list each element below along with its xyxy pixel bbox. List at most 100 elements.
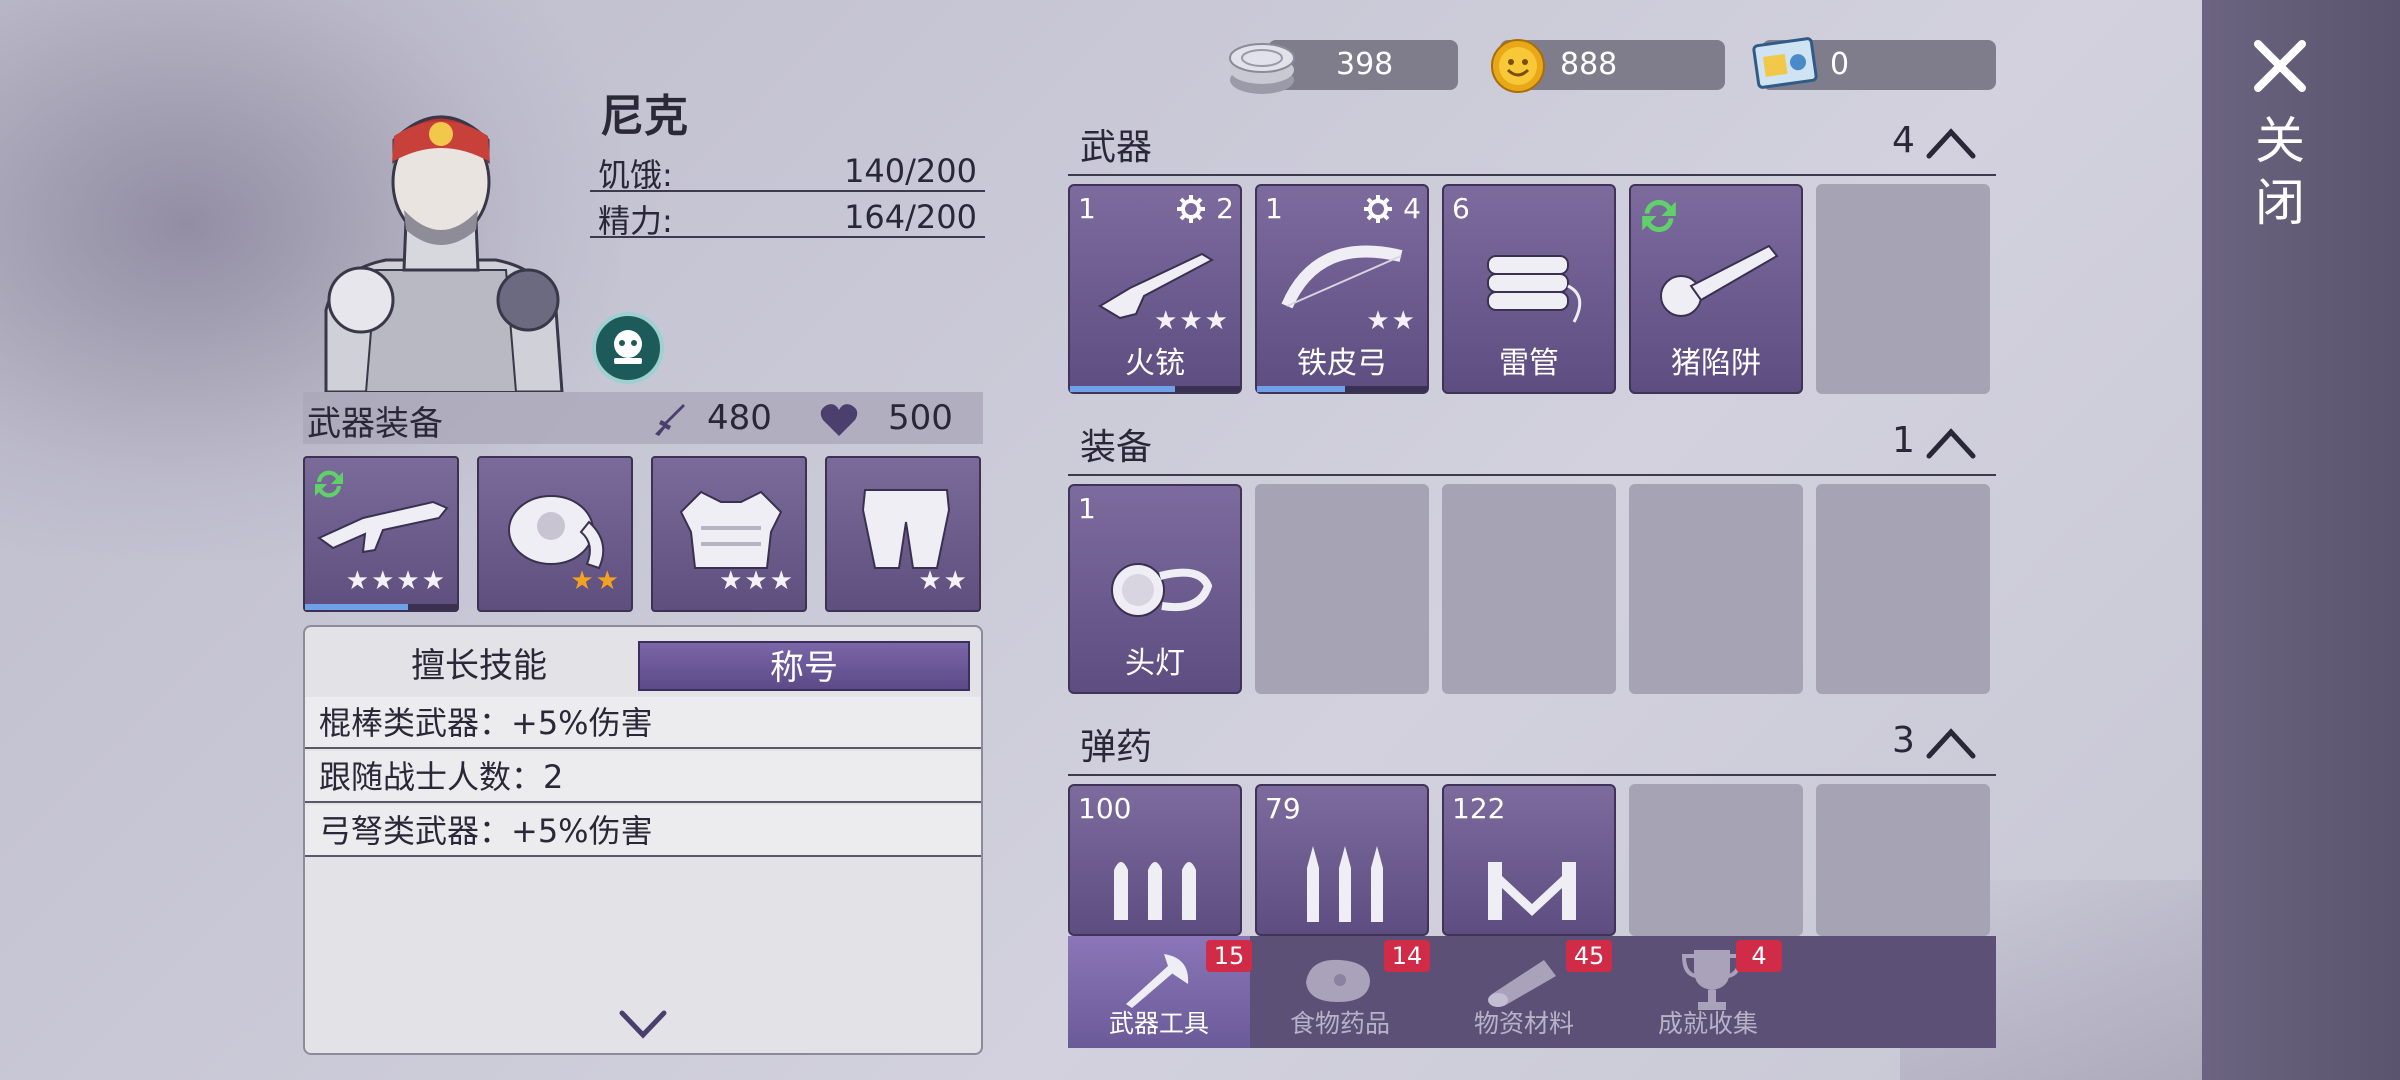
weapons-divider [1068, 174, 1996, 176]
skills-panel: 擅长技能 称号 棍棒类武器：+5%伤害 跟随战士人数：2 弓弩类武器：+5%伤害 [303, 625, 983, 1055]
nav-label: 食物药品 [1289, 1009, 1390, 1038]
ammo-section-title: 弹药 [1080, 727, 1153, 768]
equip-stars: ★★ [918, 566, 969, 596]
weapon-slot[interactable]: 1 2 ★★★ 火铳 [1068, 184, 1242, 394]
sword-icon [655, 404, 685, 436]
nav-weapons-tools[interactable]: 15 武器工具 [1068, 936, 1252, 1048]
meat-icon [1306, 959, 1370, 1002]
log-icon [1488, 960, 1556, 1007]
chevron-up-icon[interactable] [1925, 426, 1977, 460]
chevron-up-icon[interactable] [1925, 726, 1977, 760]
trap-icon [1660, 244, 1779, 317]
pants-icon [861, 489, 951, 569]
skill-row: 棍棒类武器：+5%伤害 [305, 697, 981, 749]
item-name: 猪陷阱 [1671, 346, 1761, 381]
tab-skills[interactable]: 擅长技能 [319, 641, 639, 691]
gear-icon [1177, 195, 1205, 223]
ammo-slot[interactable]: 100 [1068, 784, 1242, 936]
ammo-divider [1068, 774, 1996, 776]
energy-value: 164/200 [844, 198, 977, 236]
item-count: 1 [1078, 492, 1096, 525]
ammo-slot[interactable]: 79 [1255, 784, 1429, 936]
item-name: 火铳 [1125, 346, 1185, 381]
empty-slot[interactable] [1816, 184, 1990, 394]
empty-slot[interactable] [1629, 784, 1803, 936]
nav-materials[interactable]: 45 物资材料 [1434, 936, 1614, 1048]
tab-title[interactable]: 称号 [638, 641, 970, 691]
gear-section-title: 装备 [1080, 427, 1153, 468]
hunger-label: 饥饿: [598, 156, 673, 194]
skill-row: 跟随战士人数：2 [305, 751, 981, 803]
equip-stars: ★★★ [719, 566, 795, 596]
health-value: 500 [888, 398, 953, 438]
equip-slot-body[interactable]: ★★★ [651, 456, 807, 612]
hunger-stat: 饥饿: 140/200 [590, 148, 985, 194]
weapon-slot[interactable]: 1 4 ★★ 铁皮弓 [1255, 184, 1429, 394]
nav-food-medicine[interactable]: 14 食物药品 [1250, 936, 1430, 1048]
nav-label: 物资材料 [1473, 1009, 1574, 1038]
equip-stars: ★★ [570, 566, 621, 596]
empty-slot[interactable] [1255, 484, 1429, 694]
close-icon[interactable] [2250, 36, 2310, 96]
empty-slot[interactable] [1816, 784, 1990, 936]
nav-label: 武器工具 [1108, 1009, 1209, 1038]
attack-value: 480 [707, 398, 772, 438]
empty-slot[interactable] [1629, 484, 1803, 694]
bullets-icon [1307, 846, 1383, 922]
heart-icon [820, 404, 858, 436]
item-count: 1 [1265, 192, 1283, 225]
gear-divider [1068, 474, 1996, 476]
axe-icon [1126, 954, 1189, 1008]
gear-slot[interactable]: 1 头灯 [1068, 484, 1242, 694]
nav-achievements[interactable]: 4 成就收集 [1618, 936, 1798, 1048]
close-label[interactable]: 关闭 [2252, 110, 2308, 234]
headlamp-icon [1111, 563, 1213, 617]
equip-slot-head[interactable]: ★★ [477, 456, 633, 612]
skull-icon [614, 330, 642, 364]
gear-icon [1364, 195, 1392, 223]
chevron-up-icon[interactable] [1925, 126, 1977, 160]
empty-slot[interactable] [1816, 484, 1990, 694]
currency-gold-value: 888 [1560, 47, 1618, 82]
item-stars: ★★★ [1154, 306, 1230, 336]
item-count: 100 [1078, 792, 1132, 825]
empty-slot[interactable] [1442, 484, 1616, 694]
skill-row: 弓弩类武器：+5%伤害 [305, 805, 981, 857]
vest-icon [679, 490, 783, 569]
currency-ticket-value: 0 [1830, 47, 1850, 82]
hunger-value: 140/200 [844, 152, 977, 190]
gold-coin-icon [1491, 39, 1545, 93]
currency-silver-value: 398 [1336, 47, 1394, 82]
dynamite-icon [1487, 255, 1582, 323]
item-stars: ★★ [1366, 306, 1417, 336]
equip-progress-fill [305, 604, 409, 610]
equipment-header: 武器装备 480 500 [303, 392, 983, 444]
nav-badge: 45 [1566, 940, 1612, 972]
ammo-slot[interactable]: 122 [1442, 784, 1616, 936]
item-name: 铁皮弓 [1297, 346, 1387, 381]
equip-stars: ★★★★ [345, 566, 447, 596]
ammo-clip-icon [1488, 862, 1576, 920]
item-level: 2 [1216, 192, 1234, 225]
headband-icon [508, 495, 605, 570]
ammo-section-count: 3 [1892, 720, 1915, 761]
item-count: 122 [1452, 792, 1506, 825]
item-count: 79 [1265, 792, 1301, 825]
hero-portrait [324, 115, 564, 392]
weapon-slot[interactable]: 6 雷管 [1442, 184, 1616, 394]
weapons-section-count: 4 [1892, 120, 1915, 161]
equip-slot-legs[interactable]: ★★ [825, 456, 981, 612]
weapon-slot[interactable]: 猪陷阱 [1629, 184, 1803, 394]
silver-coin-icon [1229, 43, 1295, 94]
item-level: 4 [1403, 192, 1421, 225]
nav-badge: 14 [1384, 940, 1430, 972]
rifle-icon [317, 500, 449, 554]
hero-skill-badge[interactable] [592, 312, 664, 384]
item-name: 头灯 [1125, 646, 1185, 681]
energy-stat: 精力: 164/200 [590, 194, 985, 240]
bottom-nav: 15 武器工具 14 食物药品 45 物资材料 4 成就收集 [1068, 936, 1996, 1048]
chevron-down-icon[interactable] [618, 1009, 668, 1039]
equipment-title: 武器装备 [307, 404, 443, 444]
equip-slot-weapon[interactable]: ★★★★ [303, 456, 459, 612]
item-name: 雷管 [1499, 346, 1559, 381]
